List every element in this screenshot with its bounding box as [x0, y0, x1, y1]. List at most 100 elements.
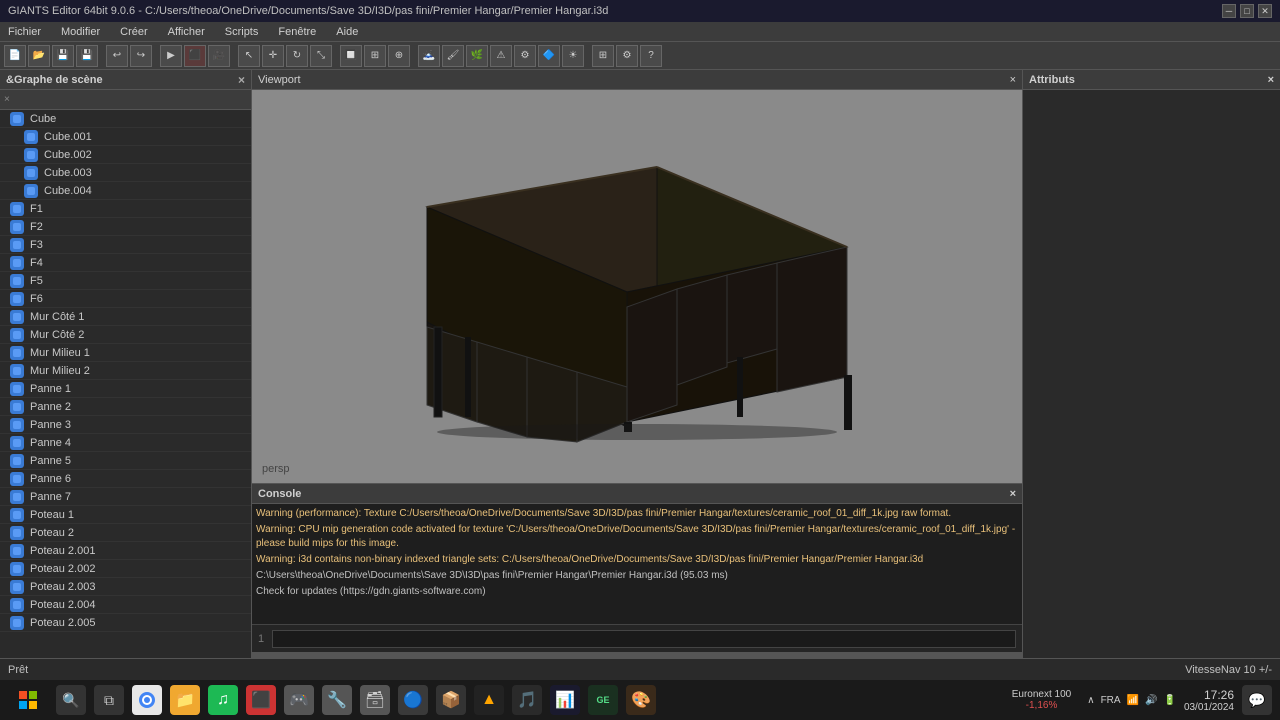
scene-graph-item[interactable]: F6: [0, 290, 251, 308]
scene-graph-item[interactable]: F1: [0, 200, 251, 218]
tb-new[interactable]: 📄: [4, 45, 26, 67]
tb-add-object[interactable]: ⊞: [592, 45, 614, 67]
menu-modifier[interactable]: Modifier: [57, 24, 104, 40]
tb-grid[interactable]: ⊞: [364, 45, 386, 67]
tb-settings[interactable]: ⚙: [616, 45, 638, 67]
menu-fichier[interactable]: Fichier: [4, 24, 45, 40]
scene-graph-item[interactable]: Cube: [0, 110, 251, 128]
scene-graph-item[interactable]: Mur Milieu 2: [0, 362, 251, 380]
giants-icon[interactable]: GE: [588, 685, 618, 715]
menu-creer[interactable]: Créer: [116, 24, 152, 40]
tb-extra3[interactable]: ☀: [562, 45, 584, 67]
scene-graph-item[interactable]: Panne 3: [0, 416, 251, 434]
app13-icon[interactable]: 📊: [550, 685, 580, 715]
scene-graph-item[interactable]: Panne 7: [0, 488, 251, 506]
tb-extra1[interactable]: ⚙: [514, 45, 536, 67]
scene-graph-item[interactable]: F5: [0, 272, 251, 290]
scene-graph-item[interactable]: Panne 1: [0, 380, 251, 398]
explorer-icon[interactable]: 📁: [170, 685, 200, 715]
scene-graph-item[interactable]: Panne 4: [0, 434, 251, 452]
app11-icon[interactable]: ▲: [474, 685, 504, 715]
scene-item-icon: [10, 436, 24, 450]
tb-save[interactable]: 💾: [52, 45, 74, 67]
scene-graph-item[interactable]: Panne 2: [0, 398, 251, 416]
app6-icon[interactable]: 🎮: [284, 685, 314, 715]
menu-aide[interactable]: Aide: [332, 24, 362, 40]
battery-icon[interactable]: 🔋: [1163, 695, 1175, 706]
console-input[interactable]: [272, 630, 1016, 648]
tb-play[interactable]: ▶: [160, 45, 182, 67]
scene-graph-item[interactable]: Cube.002: [0, 146, 251, 164]
scene-graph-list[interactable]: CubeCube.001 Cube.002 Cube.003Cube.004F1F2…: [0, 110, 251, 658]
tb-extra2[interactable]: 🔷: [538, 45, 560, 67]
console-line-number: 1: [258, 633, 264, 645]
minimize-button[interactable]: ─: [1222, 4, 1236, 18]
scene-graph-item[interactable]: F4: [0, 254, 251, 272]
tb-rotate[interactable]: ↻: [286, 45, 308, 67]
viewport-close[interactable]: ×: [1010, 74, 1016, 86]
chrome-icon[interactable]: [132, 685, 162, 715]
scene-graph-item[interactable]: Mur Côté 2: [0, 326, 251, 344]
spotify-icon[interactable]: ♫: [208, 685, 238, 715]
search-taskbar-button[interactable]: 🔍: [56, 685, 86, 715]
app12-icon[interactable]: 🎵: [512, 685, 542, 715]
scene-graph-item[interactable]: Poteau 2.004: [0, 596, 251, 614]
menu-afficher[interactable]: Afficher: [164, 24, 209, 40]
scene-graph-close[interactable]: ×: [238, 73, 245, 87]
tb-pivot[interactable]: ⊕: [388, 45, 410, 67]
app5-icon[interactable]: ⬛: [246, 685, 276, 715]
tray-chevron[interactable]: ∧: [1087, 695, 1094, 706]
time-display[interactable]: 17:26 03/01/2024: [1184, 688, 1234, 713]
console-close[interactable]: ×: [1010, 488, 1016, 500]
scene-graph-item[interactable]: Poteau 2.001: [0, 542, 251, 560]
scene-graph-item[interactable]: Cube.004: [0, 182, 251, 200]
tb-select[interactable]: ↖: [238, 45, 260, 67]
language-indicator[interactable]: FRA: [1101, 695, 1121, 706]
scene-graph-item[interactable]: F2: [0, 218, 251, 236]
app15-icon[interactable]: 🎨: [626, 685, 656, 715]
tb-redo[interactable]: ↪: [130, 45, 152, 67]
tb-foliage[interactable]: 🌿: [466, 45, 488, 67]
tb-open[interactable]: 📂: [28, 45, 50, 67]
tb-scale[interactable]: ⤡: [310, 45, 332, 67]
tb-save-as[interactable]: 💾: [76, 45, 98, 67]
scene-graph-item[interactable]: Poteau 2.005: [0, 614, 251, 632]
scene-graph-item[interactable]: Mur Côté 1: [0, 308, 251, 326]
viewport-content[interactable]: persp: [252, 90, 1022, 483]
scene-graph-item[interactable]: Mur Milieu 1: [0, 344, 251, 362]
close-button[interactable]: ✕: [1258, 4, 1272, 18]
app10-icon[interactable]: 📦: [436, 685, 466, 715]
tb-camera[interactable]: 🎥: [208, 45, 230, 67]
scene-graph-item[interactable]: Poteau 2.003: [0, 578, 251, 596]
tb-stop[interactable]: ⬛: [184, 45, 206, 67]
app7-icon[interactable]: 🔧: [322, 685, 352, 715]
attributes-close[interactable]: ×: [1268, 74, 1274, 86]
app8-icon[interactable]: 🗃: [360, 685, 390, 715]
scene-graph-item[interactable]: Poteau 2: [0, 524, 251, 542]
tb-move[interactable]: ✛: [262, 45, 284, 67]
app9-icon[interactable]: 🔵: [398, 685, 428, 715]
scene-graph-item[interactable]: Poteau 2.002: [0, 560, 251, 578]
volume-icon[interactable]: 🔊: [1145, 695, 1157, 706]
scene-graph-item[interactable]: Panne 5: [0, 452, 251, 470]
maximize-button[interactable]: □: [1240, 4, 1254, 18]
tb-collision[interactable]: ⚠: [490, 45, 512, 67]
wifi-icon[interactable]: 📶: [1127, 695, 1139, 706]
scene-graph-item[interactable]: Cube.003: [0, 164, 251, 182]
tb-help[interactable]: ?: [640, 45, 662, 67]
scene-graph-item[interactable]: F3: [0, 236, 251, 254]
scene-graph-item[interactable]: Poteau 1: [0, 506, 251, 524]
task-view-button[interactable]: ⧉: [94, 685, 124, 715]
menu-fenetre[interactable]: Fenêtre: [274, 24, 320, 40]
scene-graph-item[interactable]: Cube.001: [0, 128, 251, 146]
menu-scripts[interactable]: Scripts: [221, 24, 263, 40]
scene-graph-item[interactable]: Panne 6: [0, 470, 251, 488]
tb-paint[interactable]: 🖌: [442, 45, 464, 67]
scene-item-label: Cube.002: [44, 149, 92, 161]
notification-button[interactable]: 💬: [1242, 685, 1272, 715]
console-scroll-thumb[interactable]: [252, 652, 1022, 658]
tb-terrain[interactable]: 🗻: [418, 45, 440, 67]
tb-undo[interactable]: ↩: [106, 45, 128, 67]
tb-snap[interactable]: 🔲: [340, 45, 362, 67]
start-button[interactable]: [8, 685, 48, 715]
